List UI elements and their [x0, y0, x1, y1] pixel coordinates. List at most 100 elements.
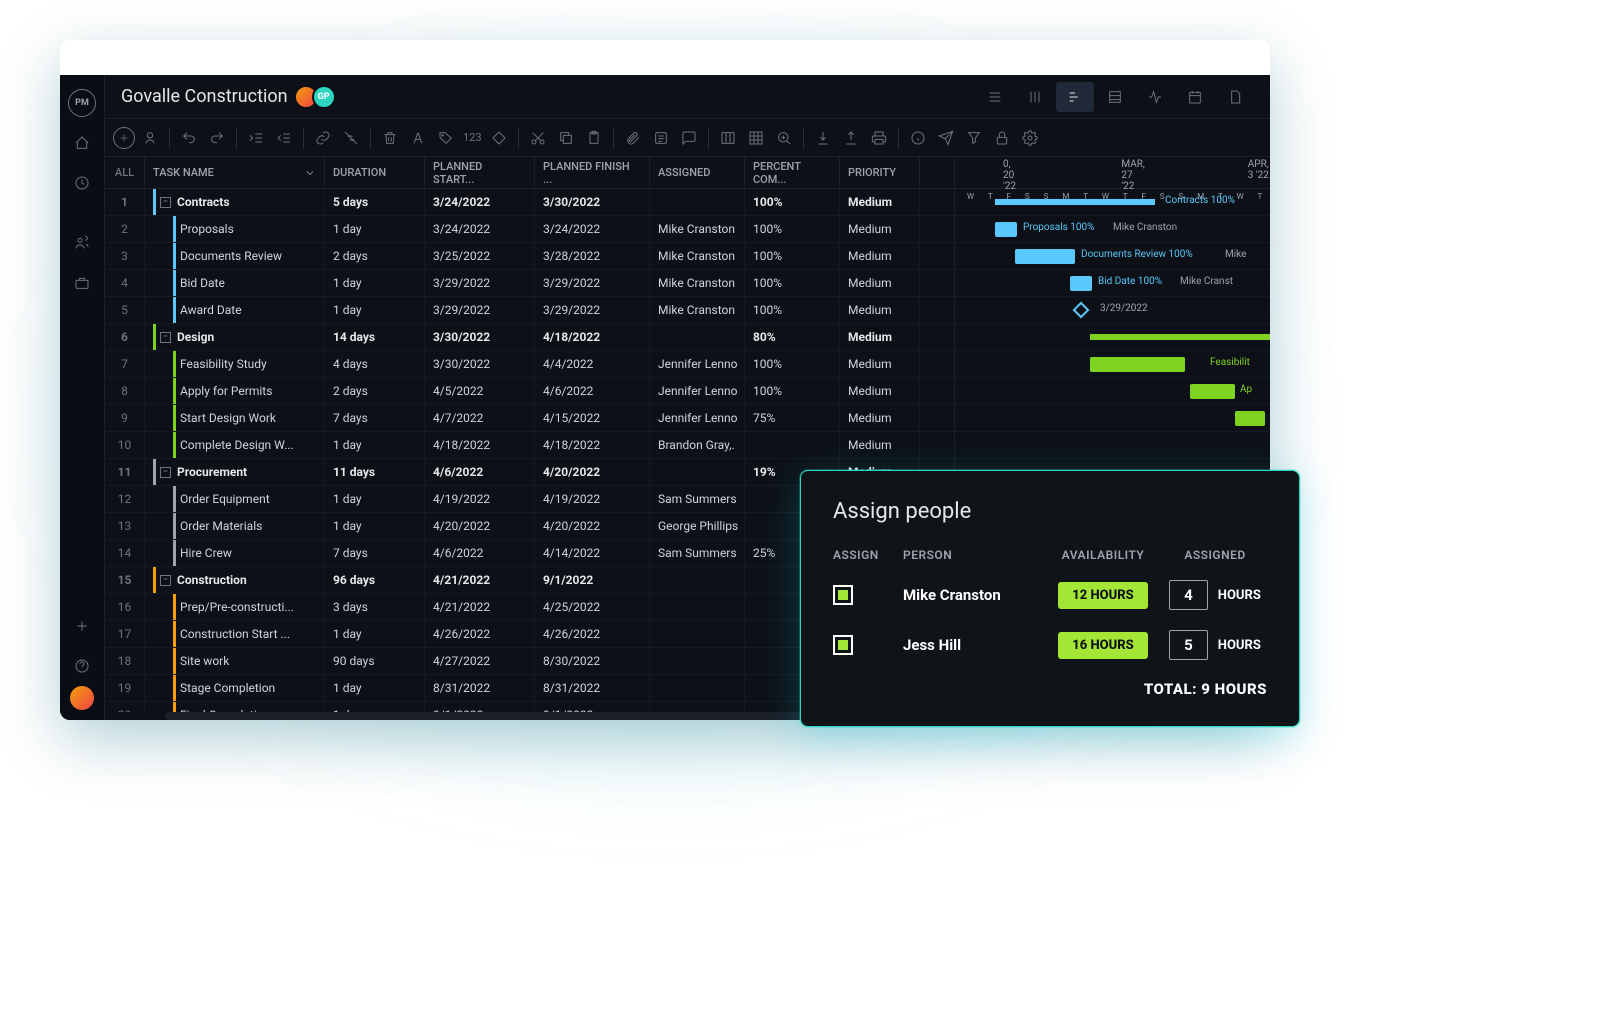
task-name-cell[interactable]: Hire Crew [145, 540, 325, 566]
comment-button[interactable] [676, 125, 702, 151]
task-row[interactable]: 1 −Contracts 5 days 3/24/2022 3/30/2022 … [105, 189, 954, 216]
assign-button[interactable] [137, 125, 163, 151]
duration-cell[interactable]: 1 day [325, 216, 425, 242]
export-button[interactable] [838, 125, 864, 151]
finish-cell[interactable]: 4/20/2022 [535, 513, 650, 539]
start-cell[interactable]: 4/19/2022 [425, 486, 535, 512]
col-header-duration[interactable]: DURATION [325, 157, 425, 188]
duration-cell[interactable]: 7 days [325, 405, 425, 431]
indent-button[interactable] [271, 125, 297, 151]
col-header-percent[interactable]: PERCENT COM... [745, 157, 840, 188]
duration-cell[interactable]: 1 day [325, 486, 425, 512]
horizontal-scrollbar[interactable] [165, 712, 854, 720]
duration-cell[interactable]: 1 day [325, 297, 425, 323]
task-name-cell[interactable]: Feasibility Study [145, 351, 325, 377]
assign-checkbox[interactable] [833, 635, 853, 655]
percent-cell[interactable]: 100% [745, 378, 840, 404]
task-row[interactable]: 5 Award Date 1 day 3/29/2022 3/29/2022 M… [105, 297, 954, 324]
filter-button[interactable] [961, 125, 987, 151]
finish-cell[interactable]: 4/15/2022 [535, 405, 650, 431]
start-cell[interactable]: 4/20/2022 [425, 513, 535, 539]
assigned-cell[interactable]: Jennifer Lenno [650, 351, 745, 377]
board-view-tab[interactable] [1016, 82, 1054, 112]
percent-cell[interactable]: 100% [745, 189, 840, 215]
start-cell[interactable]: 9/1/2022 [425, 702, 535, 712]
start-cell[interactable]: 4/26/2022 [425, 621, 535, 647]
copy-button[interactable] [553, 125, 579, 151]
home-icon[interactable] [68, 129, 96, 157]
columns-button[interactable] [715, 125, 741, 151]
task-name-cell[interactable]: Order Materials [145, 513, 325, 539]
task-name-cell[interactable]: Final Completion [145, 702, 325, 712]
priority-cell[interactable]: Medium [840, 351, 920, 377]
gantt-bar-bid[interactable] [1070, 276, 1092, 291]
priority-cell[interactable]: Medium [840, 270, 920, 296]
collapse-toggle[interactable]: − [160, 197, 171, 208]
briefcase-icon[interactable] [68, 269, 96, 297]
assigned-cell[interactable] [650, 594, 745, 620]
duration-cell[interactable]: 90 days [325, 648, 425, 674]
assigned-cell[interactable]: Jennifer Lenno [650, 405, 745, 431]
cut-button[interactable] [525, 125, 551, 151]
start-cell[interactable]: 3/30/2022 [425, 351, 535, 377]
finish-cell[interactable]: 4/20/2022 [535, 459, 650, 485]
tag-button[interactable] [433, 125, 459, 151]
assigned-cell[interactable]: Brandon Gray,. [650, 432, 745, 458]
percent-cell[interactable]: 100% [745, 216, 840, 242]
file-view-tab[interactable] [1216, 82, 1254, 112]
task-name-cell[interactable]: −Construction [145, 567, 325, 593]
assigned-cell[interactable]: Sam Summers [650, 486, 745, 512]
percent-cell[interactable]: 100% [745, 351, 840, 377]
start-cell[interactable]: 3/29/2022 [425, 297, 535, 323]
duration-cell[interactable]: 7 days [325, 540, 425, 566]
assigned-cell[interactable] [650, 324, 745, 350]
priority-cell[interactable]: Medium [840, 297, 920, 323]
gantt-bar-permits[interactable] [1190, 384, 1235, 399]
finish-cell[interactable]: 3/29/2022 [535, 270, 650, 296]
gantt-view-tab[interactable] [1056, 82, 1094, 112]
logo-icon[interactable]: PM [68, 89, 96, 117]
assigned-hours-input[interactable]: 4 [1169, 580, 1208, 610]
task-name-cell[interactable]: Order Equipment [145, 486, 325, 512]
help-icon[interactable] [68, 652, 96, 680]
task-row[interactable]: 9 Start Design Work 7 days 4/7/2022 4/15… [105, 405, 954, 432]
note-button[interactable] [648, 125, 674, 151]
duration-cell[interactable]: 1 day [325, 513, 425, 539]
task-name-cell[interactable]: Stage Completion [145, 675, 325, 701]
assigned-cell[interactable]: George Phillips [650, 513, 745, 539]
duration-cell[interactable]: 96 days [325, 567, 425, 593]
task-row[interactable]: 4 Bid Date 1 day 3/29/2022 3/29/2022 Mik… [105, 270, 954, 297]
collapse-toggle[interactable]: − [160, 467, 171, 478]
assigned-cell[interactable] [650, 675, 745, 701]
start-cell[interactable]: 3/24/2022 [425, 216, 535, 242]
import-button[interactable] [810, 125, 836, 151]
plus-icon[interactable] [68, 612, 96, 640]
finish-cell[interactable]: 4/19/2022 [535, 486, 650, 512]
col-header-assigned[interactable]: ASSIGNED [650, 157, 745, 188]
calendar-view-tab[interactable] [1176, 82, 1214, 112]
duration-cell[interactable]: 2 days [325, 378, 425, 404]
task-name-cell[interactable]: Start Design Work [145, 405, 325, 431]
print-button[interactable] [866, 125, 892, 151]
assigned-cell[interactable]: Sam Summers [650, 540, 745, 566]
add-task-button[interactable] [113, 127, 135, 149]
finish-cell[interactable]: 4/26/2022 [535, 621, 650, 647]
percent-cell[interactable] [745, 432, 840, 458]
task-name-cell[interactable]: Documents Review [145, 243, 325, 269]
start-cell[interactable]: 4/27/2022 [425, 648, 535, 674]
duration-cell[interactable]: 1 day [325, 621, 425, 647]
start-cell[interactable]: 3/24/2022 [425, 189, 535, 215]
zoom-button[interactable] [771, 125, 797, 151]
gantt-bar-documents[interactable] [1015, 249, 1075, 264]
task-name-cell[interactable]: −Procurement [145, 459, 325, 485]
finish-cell[interactable]: 3/28/2022 [535, 243, 650, 269]
task-row[interactable]: 3 Documents Review 2 days 3/25/2022 3/28… [105, 243, 954, 270]
finish-cell[interactable]: 4/6/2022 [535, 378, 650, 404]
assigned-cell[interactable]: Mike Cranston [650, 270, 745, 296]
priority-cell[interactable]: Medium [840, 378, 920, 404]
duration-cell[interactable]: 2 days [325, 243, 425, 269]
finish-cell[interactable]: 3/30/2022 [535, 189, 650, 215]
collapse-toggle[interactable]: − [160, 332, 171, 343]
start-cell[interactable]: 3/29/2022 [425, 270, 535, 296]
assigned-cell[interactable]: Mike Cranston [650, 297, 745, 323]
